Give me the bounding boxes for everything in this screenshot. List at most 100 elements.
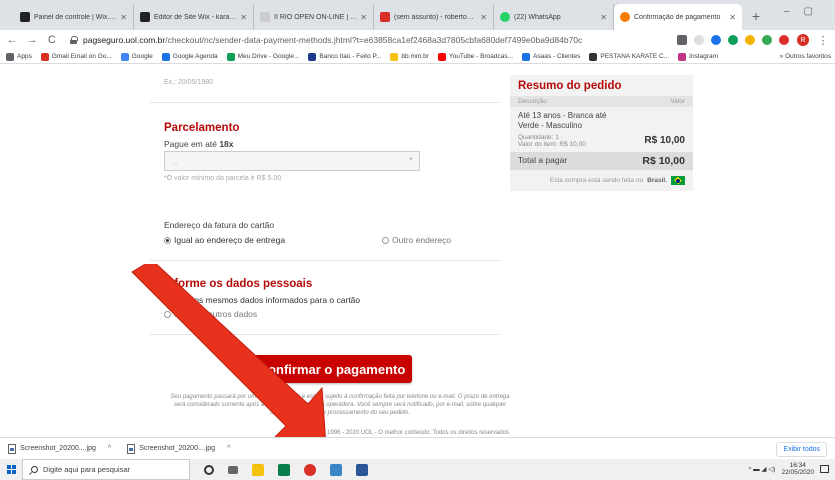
- personal-other-option[interactable]: Informar outros dados: [164, 309, 257, 319]
- bookmark-item[interactable]: Gmail Email on Go...: [40, 52, 112, 61]
- chrome-icon[interactable]: [304, 463, 316, 476]
- download-filename: Screenshot_20200....jpg: [139, 445, 216, 452]
- bookmark-label: Gmail Email on Go...: [51, 53, 112, 60]
- installments-select[interactable]: ... ▼: [164, 151, 420, 171]
- address-bar[interactable]: pagseguro.uol.com.br/checkout/nc/sender-…: [66, 32, 669, 48]
- clock-date: 22/05/2020: [781, 469, 814, 476]
- show-all-downloads-button[interactable]: Exibir todos: [776, 442, 827, 457]
- close-icon[interactable]: ✕: [729, 13, 736, 22]
- browser-tab[interactable]: II RIO OPEN ON-LINE | karat ✕: [254, 4, 374, 30]
- bookmark-item[interactable]: PESTANA KARATE C...: [589, 52, 669, 61]
- image-file-icon: [127, 443, 136, 454]
- confirm-payment-button[interactable]: Confirmar o pagamento: [252, 355, 412, 383]
- bookmarks-bar: Apps Gmail Email on Go... Google Google …: [0, 50, 835, 64]
- billing-other-option[interactable]: Outro endereço: [382, 235, 451, 245]
- extension-icon[interactable]: [762, 35, 772, 45]
- profile-avatar[interactable]: R: [797, 34, 809, 46]
- notification-icon[interactable]: [820, 465, 829, 473]
- store-icon[interactable]: [278, 463, 290, 476]
- download-item[interactable]: Screenshot_20200....jpg ^: [127, 443, 230, 454]
- bookmark-item[interactable]: bb.mm.br: [390, 52, 429, 61]
- taskbar-search-input[interactable]: Digite aqui para pesquisar: [22, 459, 190, 480]
- column-description: Descrição: [518, 98, 547, 105]
- downloads-bar: Screenshot_20200....jpg ^ Screenshot_2020…: [0, 437, 835, 459]
- billing-same-option[interactable]: Igual ao endereço de entrega: [164, 235, 285, 245]
- bookmark-label: Apps: [17, 53, 32, 60]
- bank-icon: [308, 52, 317, 61]
- extension-icon[interactable]: [745, 35, 755, 45]
- taskbar-clock[interactable]: 16:34 22/05/2020: [781, 462, 814, 476]
- column-value: Valor: [670, 98, 685, 105]
- close-icon[interactable]: ✕: [240, 13, 247, 22]
- calendar-icon: [161, 52, 170, 61]
- bookmark-item[interactable]: Meu Drive - Google...: [226, 52, 299, 61]
- youtube-icon: [437, 52, 446, 61]
- close-icon[interactable]: ✕: [600, 13, 607, 22]
- extension-icons: [677, 35, 789, 45]
- radio-button[interactable]: [164, 310, 171, 318]
- extension-icon[interactable]: [779, 35, 789, 45]
- radio-button[interactable]: [164, 296, 171, 304]
- checkout-page: Ex.: 20/05/1980 Parcelamento Pague em at…: [0, 64, 835, 447]
- select-placeholder: ...: [171, 157, 178, 166]
- item-name: Até 13 anos - Branca até Verde - Masculi…: [518, 111, 607, 130]
- bookmark-item[interactable]: Asaas - Clientes: [522, 52, 580, 61]
- menu-icon[interactable]: ⋮: [817, 34, 829, 47]
- reload-icon[interactable]: C: [46, 34, 58, 46]
- star-icon[interactable]: [694, 35, 704, 45]
- radio-button[interactable]: [382, 236, 389, 244]
- item-price: R$ 10,00: [644, 135, 685, 146]
- download-item[interactable]: Screenshot_20200....jpg ^: [8, 443, 111, 454]
- browser-tab[interactable]: (sem assunto) - robertopesta ✕: [374, 4, 494, 30]
- chevron-down-icon: ▼: [408, 157, 414, 163]
- back-arrow-icon[interactable]: ←: [6, 34, 18, 46]
- bookmark-label: bb.mm.br: [401, 53, 429, 60]
- bookmarks-more[interactable]: »: [780, 53, 784, 60]
- task-view-icon[interactable]: [228, 465, 238, 474]
- bookmark-item[interactable]: Google Agenda: [161, 52, 218, 61]
- cortana-icon[interactable]: [204, 464, 214, 475]
- bookmark-label: Google Agenda: [172, 53, 218, 60]
- asaas-icon: [522, 52, 531, 61]
- search-placeholder: Digite aqui para pesquisar: [43, 465, 131, 474]
- windows-start-icon[interactable]: [0, 459, 22, 480]
- close-icon[interactable]: ✕: [120, 13, 127, 22]
- bookmark-item[interactable]: YouTube - Broadcas...: [437, 52, 513, 61]
- bookmark-item[interactable]: Banco Itaú - Feito P...: [308, 52, 381, 61]
- chevron-up-icon[interactable]: ^: [227, 445, 230, 452]
- tray-icons[interactable]: ^ ▬ ◢ ◁): [748, 465, 775, 473]
- close-icon[interactable]: ✕: [360, 13, 367, 22]
- file-explorer-icon[interactable]: [252, 463, 264, 476]
- summary-item: Até 13 anos - Branca até Verde - Masculi…: [510, 107, 693, 152]
- lock-icon[interactable]: [70, 36, 78, 44]
- bookmark-item[interactable]: Instagram: [678, 52, 718, 61]
- personal-same-option[interactable]: Usar os mesmos dados informados para o c…: [164, 295, 360, 305]
- close-icon[interactable]: ✕: [480, 13, 487, 22]
- window-controls[interactable]: –▢: [784, 6, 827, 17]
- browser-tab[interactable]: Painel de controle | Wix.com ✕: [14, 4, 134, 30]
- forward-arrow-icon[interactable]: →: [26, 34, 38, 46]
- brazil-flag-icon: [671, 176, 685, 185]
- bookmark-item[interactable]: Apps: [6, 52, 32, 61]
- extension-icon[interactable]: [728, 35, 738, 45]
- tab-label: II RIO OPEN ON-LINE | karat: [274, 13, 358, 21]
- option-label: Usar os mesmos dados informados para o c…: [174, 295, 361, 305]
- mail-icon[interactable]: [330, 463, 342, 476]
- browser-tab[interactable]: Editor de Site Wix - karateno ✕: [134, 4, 254, 30]
- bookmark-item[interactable]: Google: [120, 52, 153, 61]
- browser-tab-active[interactable]: Confirmação de pagamento ✕: [614, 4, 742, 30]
- translate-icon[interactable]: [677, 35, 687, 45]
- instagram-icon: [678, 52, 687, 61]
- new-tab-button[interactable]: +: [742, 8, 770, 30]
- other-bookmarks[interactable]: » Outros favoritos: [780, 53, 831, 60]
- country-note: Esta compra está sendo feita no Brasil.: [510, 170, 693, 185]
- browser-tab[interactable]: (22) WhatsApp ✕: [494, 4, 614, 30]
- extension-icon[interactable]: [711, 35, 721, 45]
- url-host: pagseguro.uol.com.br: [83, 35, 166, 45]
- bank-icon: [390, 52, 399, 61]
- radio-button[interactable]: [164, 236, 171, 244]
- system-tray: ^ ▬ ◢ ◁) 16:34 22/05/2020: [748, 462, 829, 476]
- word-icon[interactable]: [356, 463, 368, 476]
- wix-favicon-icon: [140, 12, 150, 22]
- chevron-up-icon[interactable]: ^: [108, 445, 111, 452]
